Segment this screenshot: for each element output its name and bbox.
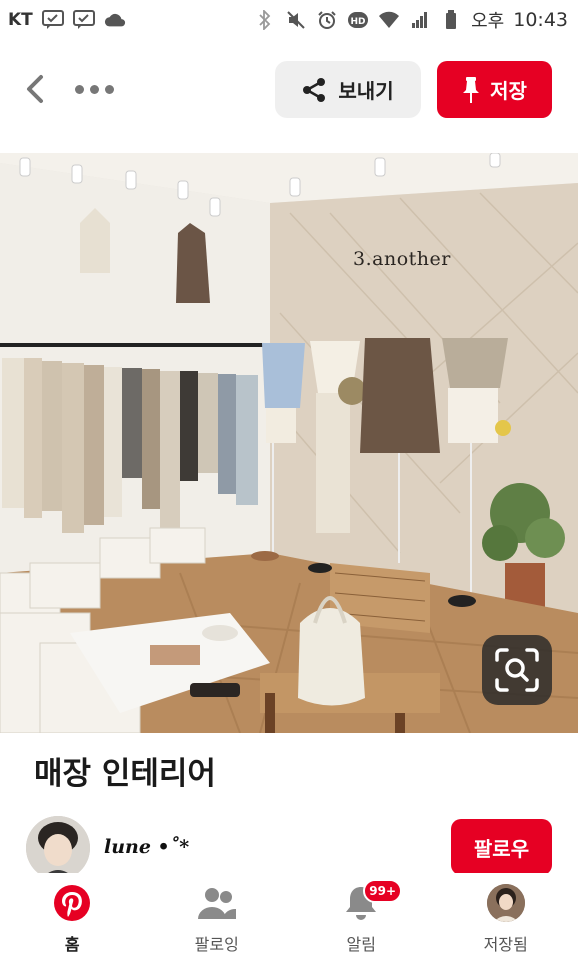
nav-item-following[interactable]: 팔로잉 bbox=[145, 873, 290, 960]
notification-badge: 99+ bbox=[363, 879, 403, 903]
status-right: HD 오후 10:43 bbox=[254, 7, 568, 33]
nav-item-saved[interactable]: 저장됨 bbox=[434, 873, 578, 960]
signal-icon bbox=[409, 10, 431, 30]
share-label: 보내기 bbox=[338, 79, 394, 103]
wifi-icon bbox=[378, 10, 400, 30]
mute-icon bbox=[285, 10, 307, 30]
nav-item-notifications[interactable]: 99+ 알림 bbox=[289, 873, 434, 960]
share-icon bbox=[303, 77, 326, 102]
bluetooth-icon bbox=[254, 10, 276, 30]
carrier-label: KT bbox=[8, 10, 33, 30]
bottom-navigation: 홈 팔로잉 99+ 알림 저장됨 bbox=[0, 873, 578, 960]
pin-icon bbox=[463, 76, 480, 103]
save-button[interactable]: 저장 bbox=[437, 61, 552, 118]
profile-avatar-icon bbox=[486, 883, 526, 923]
pin-title: 매장 인테리어 bbox=[34, 756, 216, 792]
nav-label-following: 팔로잉 bbox=[194, 935, 239, 954]
message-icon bbox=[41, 10, 64, 30]
pin-image[interactable]: 3.another bbox=[0, 153, 578, 733]
store-sign-text: 3.another bbox=[353, 248, 451, 270]
battery-icon bbox=[440, 10, 462, 30]
hd-icon: HD bbox=[347, 10, 369, 30]
dot-icon bbox=[74, 84, 84, 94]
status-left: KT bbox=[8, 10, 126, 30]
creator-avatar[interactable] bbox=[26, 816, 90, 880]
dot-icon bbox=[89, 84, 99, 94]
share-button[interactable]: 보내기 bbox=[275, 61, 421, 118]
more-options-button[interactable] bbox=[68, 71, 120, 107]
status-bar: KT HD 오후 10:43 bbox=[0, 0, 578, 40]
chevron-left-icon bbox=[27, 75, 43, 103]
creator-name[interactable]: lune •˚* bbox=[104, 836, 189, 858]
dot-icon bbox=[104, 84, 114, 94]
nav-label-saved: 저장됨 bbox=[483, 935, 528, 954]
nav-label-notifications: 알림 bbox=[346, 935, 376, 954]
clock-label: 10:43 bbox=[513, 9, 568, 31]
nav-label-home: 홈 bbox=[64, 935, 80, 954]
cloud-icon bbox=[104, 10, 126, 30]
nav-item-home[interactable]: 홈 bbox=[0, 873, 145, 960]
pinterest-logo-icon bbox=[52, 883, 92, 923]
profile-thumbnail bbox=[486, 884, 525, 922]
avatar-image bbox=[26, 816, 90, 880]
save-label: 저장 bbox=[490, 79, 527, 103]
lens-search-icon bbox=[495, 648, 539, 692]
back-button[interactable] bbox=[20, 71, 50, 107]
ampm-label: 오후 bbox=[471, 11, 505, 32]
visual-search-button[interactable] bbox=[482, 635, 552, 705]
follow-button[interactable]: 팔로우 bbox=[451, 819, 552, 875]
message-icon bbox=[72, 10, 95, 30]
alarm-icon bbox=[316, 10, 338, 30]
bell-icon: 99+ bbox=[341, 879, 403, 923]
people-icon bbox=[197, 883, 237, 923]
pin-action-bar: 보내기 저장 bbox=[0, 55, 578, 125]
svg-text:HD: HD bbox=[351, 17, 366, 27]
